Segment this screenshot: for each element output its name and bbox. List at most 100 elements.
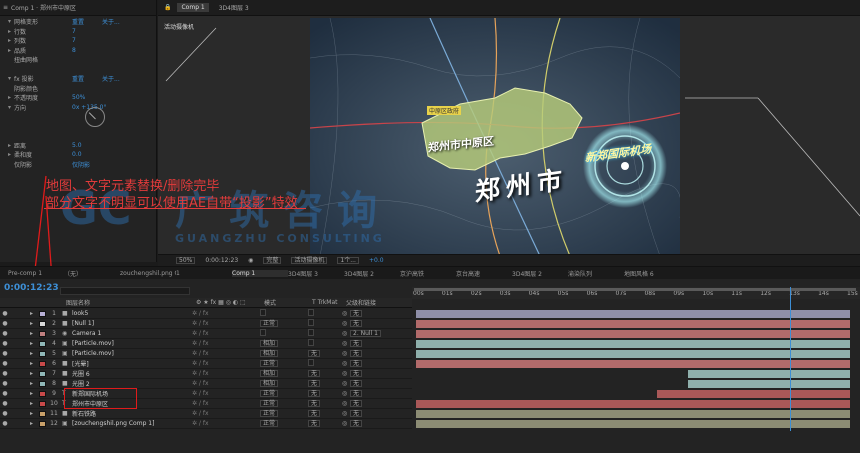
parent-pickwhip-icon[interactable]: ◎ [342, 420, 350, 427]
layer-row[interactable]: ● ▸ 12 ▣ [zouchengshil.png Comp 1] ✲ / f… [0, 419, 412, 429]
label-color-swatch[interactable] [39, 390, 46, 397]
label-color-swatch[interactable] [39, 420, 46, 427]
expand-icon[interactable]: ▸ [30, 420, 36, 427]
expand-icon[interactable]: ▸ [30, 330, 36, 337]
trkmat-select[interactable] [308, 319, 314, 326]
blend-mode-select[interactable] [260, 329, 266, 336]
eye-icon[interactable]: ● [0, 310, 10, 317]
expand-icon[interactable]: ▸ [30, 350, 36, 357]
timeline-tab[interactable]: 3D4图层 2 [512, 269, 568, 278]
layer-row[interactable]: ● ▸ 8 ■ 光圈 2 ✲ / fx 相加 无 ◎ 无 [0, 379, 412, 389]
layer-row[interactable]: ● ▸ 7 ■ 光圈 6 ✲ / fx 相加 无 ◎ 无 [0, 369, 412, 379]
layer-switches[interactable]: ✲ / fx [192, 380, 260, 387]
layer-duration-bar[interactable] [688, 370, 850, 378]
timeline-tab[interactable]: 京沪高铁 [400, 269, 456, 278]
layer-duration-bar[interactable] [656, 390, 850, 398]
parent-pickwhip-icon[interactable]: ◎ [342, 380, 350, 387]
eye-icon[interactable]: ● [0, 360, 10, 367]
trkmat-select[interactable] [308, 329, 314, 336]
blend-mode-select[interactable]: 正常 [260, 320, 279, 327]
layer-name[interactable]: [Particle.mov] [72, 340, 192, 347]
eye-icon[interactable]: ● [0, 320, 10, 327]
blend-mode-select[interactable]: 正常 [260, 390, 279, 397]
layer-switches[interactable]: ✲ / fx [192, 350, 260, 357]
timeline-tab[interactable]: Comp 1 [232, 269, 288, 277]
expand-icon[interactable]: ▸ [30, 320, 36, 327]
trkmat-select[interactable]: 无 [308, 410, 321, 417]
layer-switches[interactable]: ✲ / fx [192, 340, 260, 347]
layer-switches[interactable]: ✲ / fx [192, 320, 260, 327]
label-color-swatch[interactable] [39, 380, 46, 387]
expand-icon[interactable]: ▸ [30, 310, 36, 317]
layer-duration-bar[interactable] [416, 360, 850, 368]
label-color-swatch[interactable] [39, 330, 46, 337]
eye-icon[interactable]: ● [0, 340, 10, 347]
expand-icon[interactable]: ▸ [30, 370, 36, 377]
zoom-select[interactable]: 50% [176, 257, 196, 264]
parent-select[interactable]: 无 [350, 370, 363, 377]
view-layout-select[interactable]: 1个... [337, 257, 359, 264]
parent-select[interactable]: 无 [350, 350, 363, 357]
layer-switches[interactable]: ✲ / fx [192, 310, 260, 317]
timeline-tab[interactable]: 渝染队列 [568, 269, 624, 278]
timeline-tab[interactable]: 1 [176, 270, 232, 277]
parent-pickwhip-icon[interactable]: ◎ [342, 310, 350, 317]
layer-switches[interactable]: ✲ / fx [192, 360, 260, 367]
blend-mode-select[interactable] [260, 309, 266, 316]
parent-select[interactable]: 无 [350, 360, 363, 367]
layer-row[interactable]: ● ▸ 2 ■ [Null 1] ✲ / fx 正常 ◎ 无 [0, 319, 412, 329]
timeline-tab[interactable]: （无） [64, 269, 120, 278]
eye-icon[interactable]: ● [0, 350, 10, 357]
label-color-swatch[interactable] [39, 410, 46, 417]
eye-icon[interactable]: ● [0, 370, 10, 377]
trkmat-select[interactable]: 无 [308, 390, 321, 397]
label-color-swatch[interactable] [39, 360, 46, 367]
camera-snapshot-icon[interactable]: ◉ [248, 257, 253, 264]
layer-duration-bar[interactable] [416, 420, 850, 428]
expand-icon[interactable]: ▸ [30, 390, 36, 397]
parent-select[interactable]: 无 [350, 420, 363, 427]
blend-mode-select[interactable]: 相加 [260, 350, 279, 357]
layer-row[interactable]: ● ▸ 9 T 新郑国际机场 ✲ / fx 正常 无 ◎ 无 [0, 389, 412, 399]
eye-icon[interactable]: ● [0, 390, 10, 397]
layer-row[interactable]: ● ▸ 5 ▣ [Particle.mov] ✲ / fx 相加 无 ◎ 无 [0, 349, 412, 359]
expand-icon[interactable]: ▸ [30, 340, 36, 347]
layer-row[interactable]: ● ▸ 4 ▣ [Particle.mov] ✲ / fx 相加 ◎ 无 [0, 339, 412, 349]
parent-pickwhip-icon[interactable]: ◎ [342, 350, 350, 357]
layer-name[interactable]: [Null 1] [72, 320, 192, 327]
timeline-tab[interactable]: 京台高速 [456, 269, 512, 278]
layer-name[interactable]: 新石铁路 [72, 409, 192, 418]
layer-name[interactable]: look5 [72, 310, 192, 317]
parent-pickwhip-icon[interactable]: ◎ [342, 320, 350, 327]
parent-pickwhip-icon[interactable]: ◎ [342, 400, 350, 407]
parent-select[interactable]: 无 [350, 380, 363, 387]
layer-duration-bar[interactable] [416, 410, 850, 418]
timeline-tab[interactable]: zouchengshil.png Comp 1 [120, 270, 176, 277]
layer-row[interactable]: ● ▸ 10 T 郑州市中原区 ✲ / fx 正常 无 ◎ 无 [0, 399, 412, 409]
blend-mode-select[interactable]: 相加 [260, 380, 279, 387]
layer-name[interactable]: [Particle.mov] [72, 350, 192, 357]
expand-icon[interactable]: ▸ [30, 410, 36, 417]
layer-name[interactable]: Camera 1 [72, 330, 192, 337]
layer-duration-bar[interactable] [416, 310, 850, 318]
trkmat-select[interactable] [308, 359, 314, 366]
layer-duration-bar[interactable] [416, 340, 850, 348]
parent-select[interactable]: 无 [350, 340, 363, 347]
parent-select[interactable]: 无 [350, 410, 363, 417]
blend-mode-select[interactable]: 正常 [260, 360, 279, 367]
layer-switches[interactable]: ✲ / fx [192, 390, 260, 397]
trkmat-select[interactable]: 无 [308, 400, 321, 407]
blend-mode-select[interactable]: 正常 [260, 420, 279, 427]
trkmat-select[interactable]: 无 [308, 380, 321, 387]
label-color-swatch[interactable] [39, 310, 46, 317]
playhead[interactable] [789, 287, 791, 431]
layer-switches[interactable]: ✲ / fx [192, 370, 260, 377]
label-color-swatch[interactable] [39, 340, 46, 347]
label-color-swatch[interactable] [39, 370, 46, 377]
camera-view-select[interactable]: 活动摄像机 [291, 257, 328, 264]
parent-pickwhip-icon[interactable]: ◎ [342, 340, 350, 347]
layer-row[interactable]: ● ▸ 11 ■ 新石铁路 ✲ / fx 正常 无 ◎ 无 [0, 409, 412, 419]
label-color-swatch[interactable] [39, 320, 46, 327]
parent-pickwhip-icon[interactable]: ◎ [342, 370, 350, 377]
eye-icon[interactable]: ● [0, 380, 10, 387]
